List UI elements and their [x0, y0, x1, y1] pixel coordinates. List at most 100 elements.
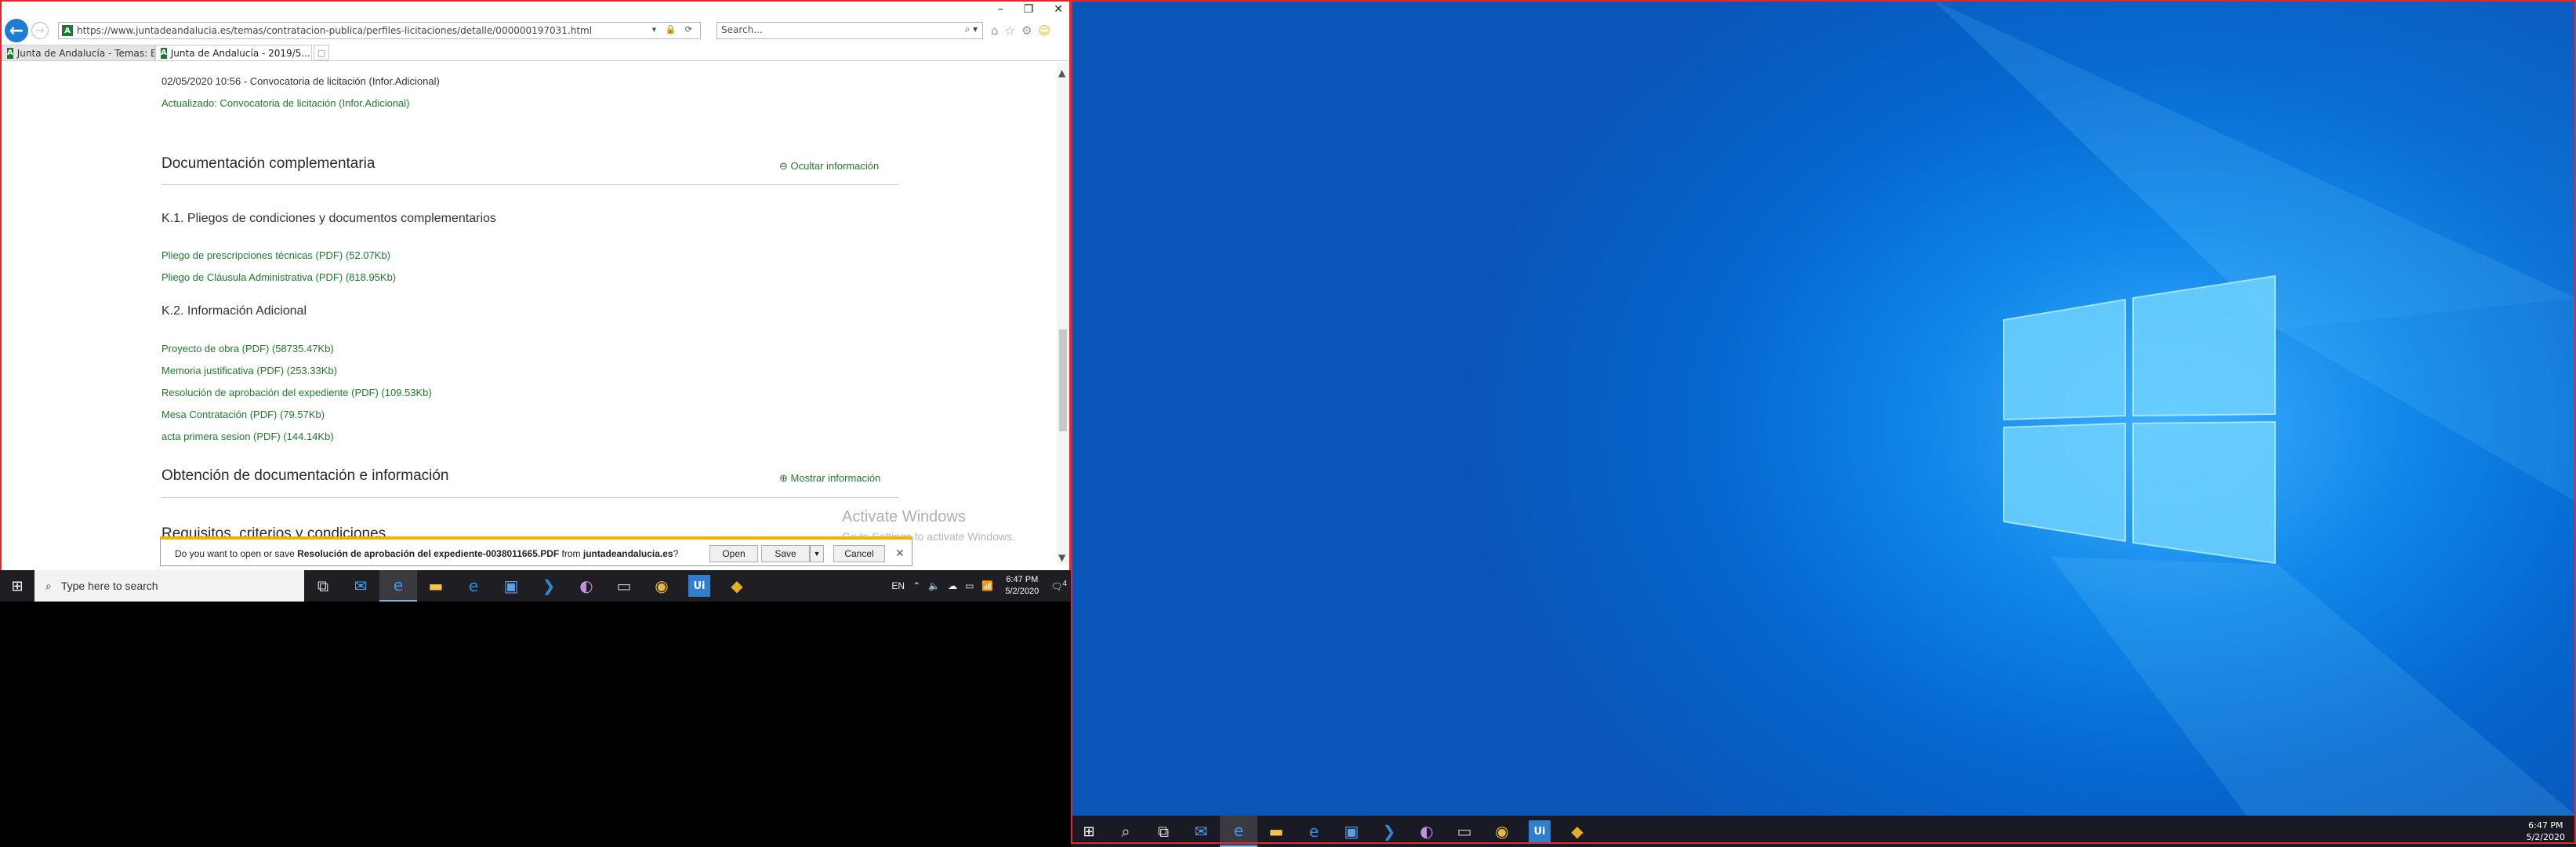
close-download-bar-icon[interactable]: ✕	[895, 547, 905, 560]
doc-link[interactable]: Mesa Contratación (PDF) (79.57Kb)	[161, 409, 325, 420]
activate-windows-watermark: Activate Windows	[842, 508, 966, 525]
terminal-icon[interactable]: ▭	[605, 570, 643, 602]
mail-icon[interactable]: ✉	[342, 570, 379, 602]
toolbar-icons: ⌂ ☆ ⚙ ☺	[991, 24, 1050, 38]
tab-temas[interactable]: A Junta de Andalucía - Temas: B...	[2, 45, 155, 60]
search-icon[interactable]: ⌕	[1107, 816, 1145, 847]
vertical-scrollbar[interactable]: ▲ ▼	[1057, 63, 1069, 565]
updated-link[interactable]: Actualizado: Convocatoria de licitación …	[161, 97, 410, 109]
search-icon[interactable]: ⌕ ▾	[964, 24, 978, 35]
open-button[interactable]: Open	[709, 545, 758, 562]
download-filename: Resolución de aprobación del expediente-…	[297, 548, 560, 559]
system-tray: EN ⌃ 🔈 ☁ ▭ 📶 6:47 PM 5/2/2020 🗨4	[887, 570, 1071, 602]
search-placeholder: Search...	[721, 24, 763, 35]
git-icon[interactable]: ◆	[718, 570, 756, 602]
home-icon[interactable]: ⌂	[991, 24, 999, 38]
start-button[interactable]: ⊞	[1071, 816, 1107, 847]
ie-icon[interactable]: e	[379, 570, 417, 602]
scroll-thumb[interactable]	[1059, 329, 1067, 431]
restore-button[interactable]: ❐	[1024, 3, 1034, 19]
save-options-dropdown-icon[interactable]: ▼	[810, 545, 824, 562]
doc-link[interactable]: Resolución de aprobación del expediente …	[161, 387, 432, 398]
hide-info-link[interactable]: ⊖ Ocultar información	[779, 160, 879, 173]
cloud-icon[interactable]: ☁	[948, 580, 957, 591]
file-explorer-icon[interactable]: ▬	[417, 570, 455, 602]
chrome-icon[interactable]: ◉	[1483, 816, 1521, 847]
network-icon[interactable]: 📶	[981, 580, 993, 591]
favorites-icon[interactable]: ☆	[1005, 24, 1015, 38]
doc-link[interactable]: acta primera sesion (PDF) (144.14Kb)	[161, 431, 334, 442]
settings-gear-icon[interactable]: ⚙	[1021, 24, 1032, 38]
tab-label: Junta de Andalucía - 2019/5...	[170, 47, 310, 59]
section-title-obtencion: Obtención de documentación e información	[161, 467, 449, 484]
windows-logo-icon	[2003, 274, 2276, 565]
taskbar-search-input[interactable]: ⌕ Type here to search	[34, 570, 304, 602]
scroll-down-icon[interactable]: ▼	[1058, 552, 1065, 563]
start-button[interactable]: ⊞	[0, 570, 34, 602]
store-icon[interactable]: ▣	[492, 570, 530, 602]
search-input[interactable]: Search... ⌕ ▾	[717, 22, 983, 39]
uipath-icon[interactable]: Ui	[1529, 820, 1551, 842]
section-title-documentacion: Documentación complementaria	[161, 155, 376, 172]
show-info-link[interactable]: ⊕ Mostrar información	[779, 472, 880, 485]
chrome-icon[interactable]: ◉	[643, 570, 680, 602]
divider	[161, 497, 898, 498]
task-view-icon[interactable]: ⧉	[304, 570, 342, 602]
notification-count: 4	[1062, 580, 1067, 588]
right-monitor-desktop	[1071, 0, 2576, 847]
volume-icon[interactable]: 🔈	[928, 580, 940, 591]
language-indicator[interactable]: EN	[891, 580, 905, 591]
app-icon[interactable]: ◐	[1408, 816, 1446, 847]
new-tab-button[interactable]: ▢	[314, 45, 329, 60]
subsection-title-k1: K.1. Pliegos de condiciones y documentos…	[161, 212, 496, 225]
notification-center-icon[interactable]: 🗨4	[1050, 580, 1067, 592]
site-favicon-icon: A	[62, 25, 73, 36]
tab-favicon-icon: A	[7, 47, 13, 59]
file-explorer-icon[interactable]: ▬	[1257, 816, 1295, 847]
address-bar-icons[interactable]: ▾ 🔒 ⟳	[652, 24, 695, 35]
clock-time: 6:47 PM	[1006, 575, 1039, 584]
back-button[interactable]: ←	[5, 19, 28, 42]
doc-link[interactable]: Memoria justificativa (PDF) (253.33Kb)	[161, 365, 337, 376]
tab-label: Junta de Andalucía - Temas: B...	[16, 47, 155, 59]
uipath-icon[interactable]: Ui	[688, 575, 710, 597]
search-icon: ⌕	[45, 579, 52, 592]
clock[interactable]: 6:47 PM 5/2/2020	[1005, 574, 1039, 598]
vscode-icon[interactable]: ❯	[530, 570, 568, 602]
doc-link[interactable]: Proyecto de obra (PDF) (58735.47Kb)	[161, 343, 334, 354]
address-bar[interactable]: A https://www.juntadeandalucia.es/temas/…	[58, 22, 701, 39]
search-placeholder: Type here to search	[60, 580, 158, 592]
doc-link[interactable]: Pliego de Cláusula Administrativa (PDF) …	[161, 271, 396, 283]
clock-date: 5/2/2020	[1005, 587, 1039, 596]
edge-icon[interactable]: e	[1295, 816, 1333, 847]
close-button[interactable]: ✕	[1054, 3, 1063, 19]
tray-chevron-icon[interactable]: ⌃	[912, 580, 920, 591]
task-view-icon[interactable]: ⧉	[1145, 816, 1182, 847]
divider	[161, 184, 898, 185]
clock[interactable]: 6:47 PM 5/2/2020	[2527, 820, 2565, 843]
clock-time: 6:47 PM	[2528, 820, 2563, 831]
battery-icon[interactable]: ▭	[965, 580, 974, 591]
edge-icon[interactable]: e	[455, 570, 492, 602]
store-icon[interactable]: ▣	[1333, 816, 1370, 847]
doc-link[interactable]: Pliego de prescripciones técnicas (PDF) …	[161, 249, 390, 261]
terminal-icon[interactable]: ▭	[1446, 816, 1483, 847]
feedback-smiley-icon[interactable]: ☺	[1038, 24, 1050, 38]
tab-licitacion[interactable]: A Junta de Andalucía - 2019/5... ✕	[155, 45, 312, 60]
download-message: Do you want to open or save Resolución d…	[175, 548, 678, 559]
taskbar-right: ⊞ ⌕ ⧉ ✉ e ▬ e ▣ ❯ ◐ ▭ ◉ Ui ◆ 6:47 PM 5/2…	[1071, 816, 2576, 847]
app-icon[interactable]: ◐	[568, 570, 605, 602]
url-text: https://www.juntadeandalucia.es/temas/co…	[77, 25, 593, 36]
scroll-up-icon[interactable]: ▲	[1058, 67, 1065, 78]
git-icon[interactable]: ◆	[1558, 816, 1596, 847]
minimize-button[interactable]: –	[998, 3, 1003, 19]
save-button[interactable]: Save	[761, 545, 810, 562]
taskbar-left: ⊞ ⌕ Type here to search ⧉ ✉ e ▬ e ▣ ❯ ◐ …	[0, 570, 1071, 602]
vscode-icon[interactable]: ❯	[1370, 816, 1408, 847]
cancel-button[interactable]: Cancel	[833, 545, 885, 562]
ie-icon[interactable]: e	[1220, 816, 1257, 847]
mail-icon[interactable]: ✉	[1182, 816, 1220, 847]
clock-date: 5/2/2020	[2526, 832, 2565, 842]
forward-button[interactable]: →	[31, 22, 49, 39]
ie-browser-window: – ❐ ✕ ← → A https://www.juntadeandalucia…	[0, 0, 1071, 576]
